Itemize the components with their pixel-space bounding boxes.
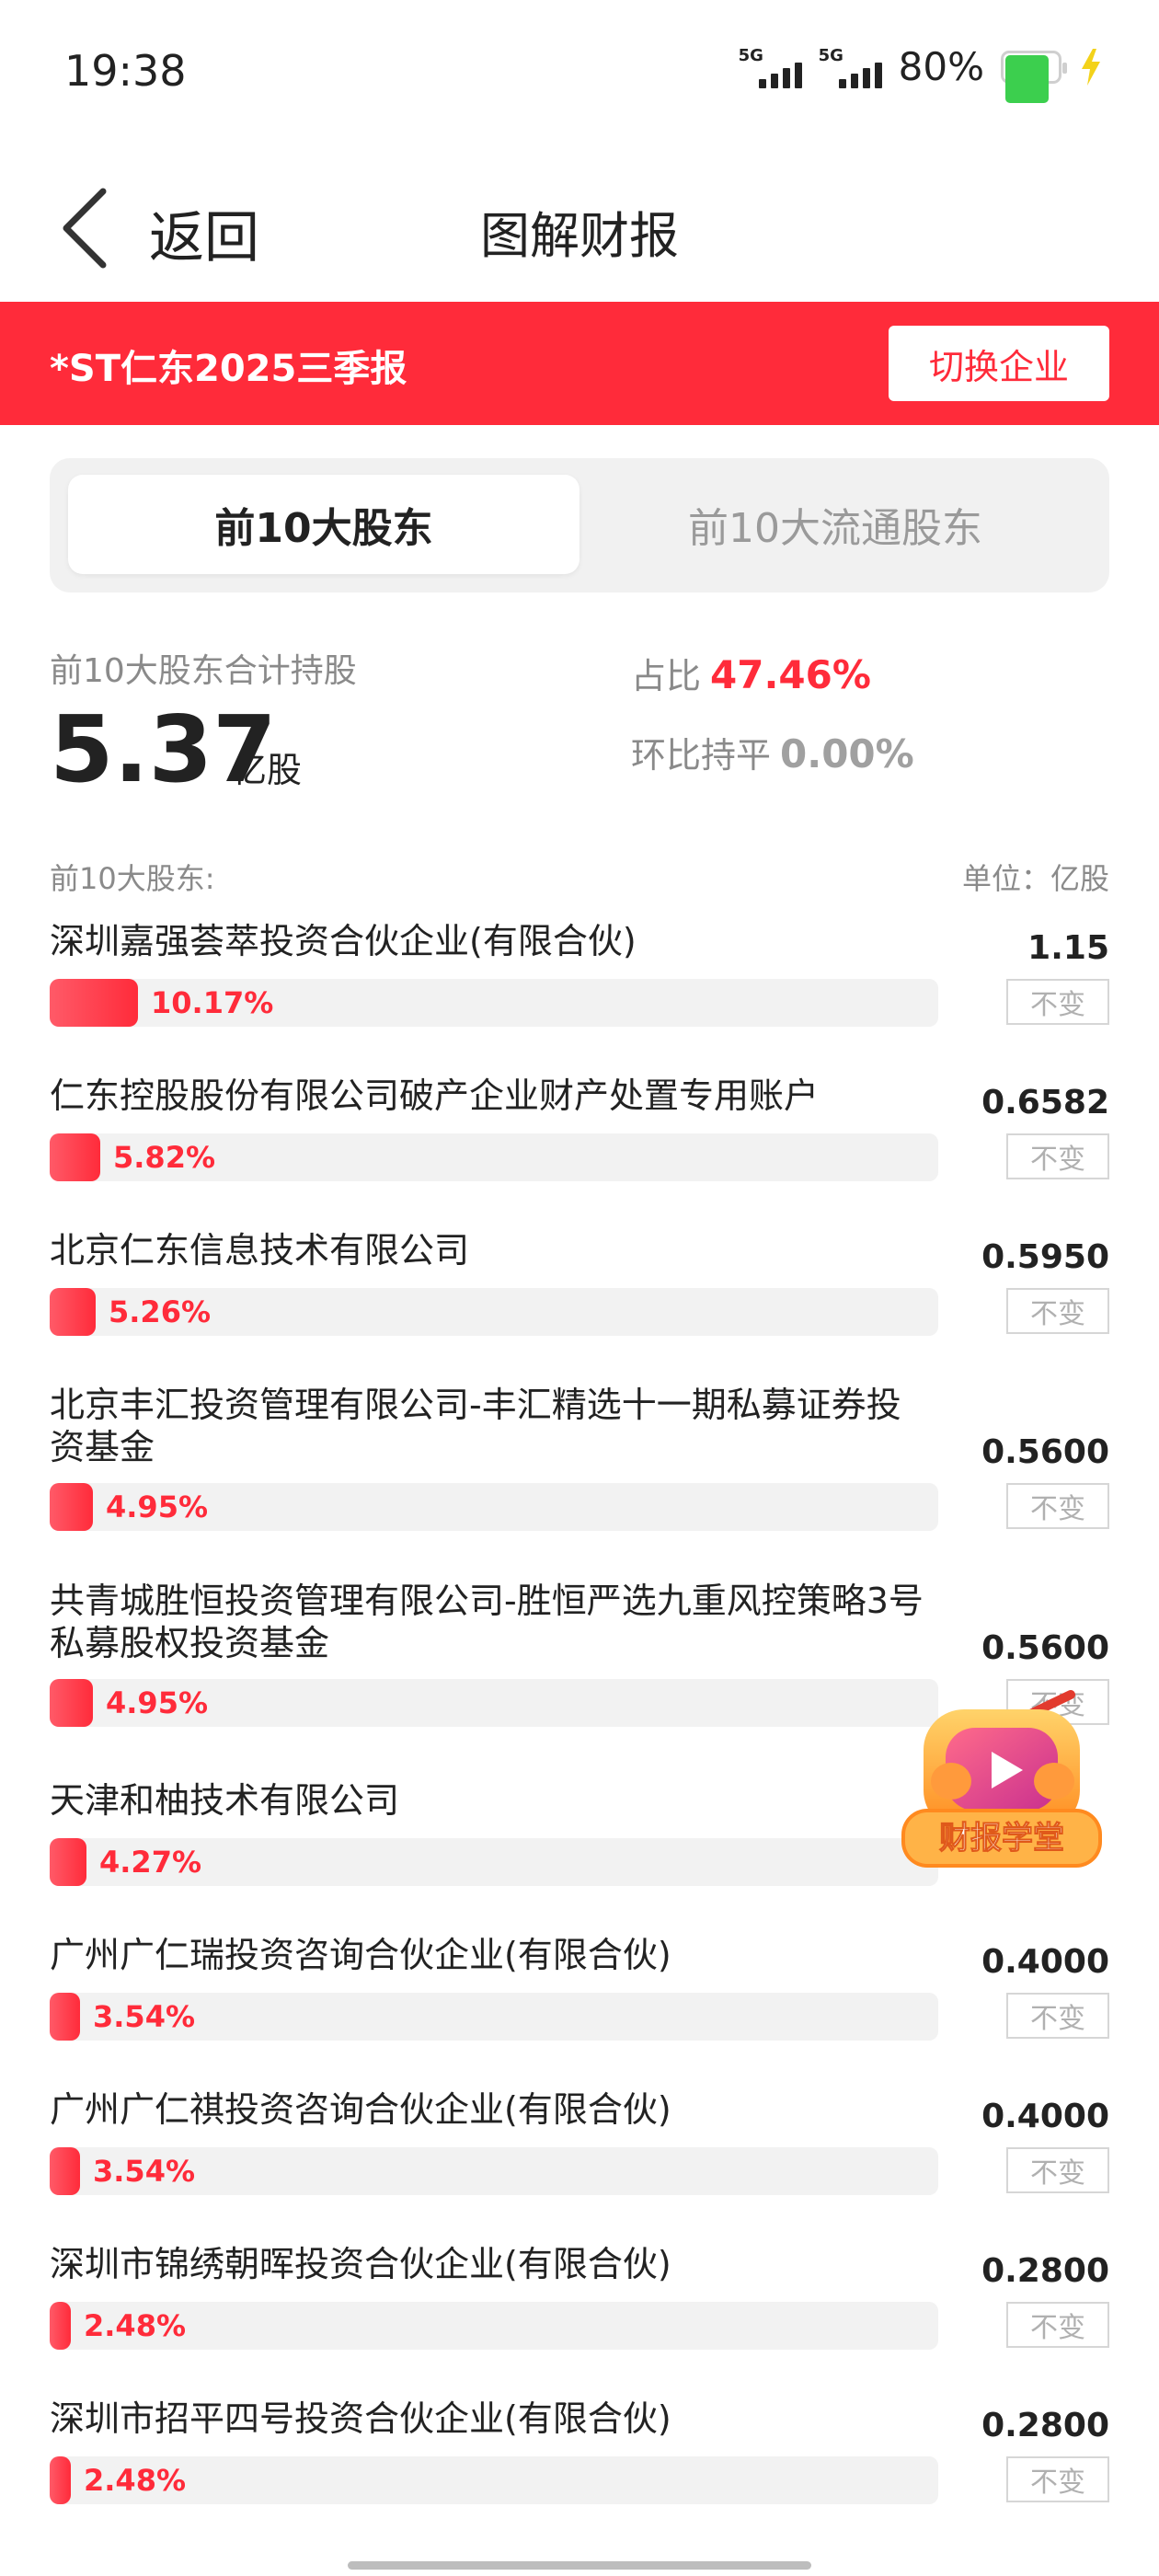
switch-company-button[interactable]: 切换企业 [889, 326, 1109, 401]
charging-bolt-icon [1082, 48, 1100, 86]
change-badge: 不变 [1006, 1483, 1109, 1529]
shareholding-value: 0.5950 [981, 1238, 1109, 1276]
percent-label: 5.26% [109, 1294, 212, 1329]
qoq-value: 0.00% [780, 731, 914, 776]
status-time: 19:38 [64, 46, 187, 96]
shareholding-value: 0.2800 [981, 2407, 1109, 2444]
status-indicators: 5G 5G 80% [739, 44, 1104, 103]
shareholder-name: 仁东控股股份有限公司破产企业财产处置专用账户 [50, 1075, 820, 1116]
percent-bar-fill [50, 1838, 86, 1886]
percent-label: 2.48% [84, 2463, 187, 2498]
percent-label: 3.54% [93, 1999, 196, 2034]
shareholding-value: 0.2800 [981, 2252, 1109, 2290]
shareholding-value: 0.5600 [981, 1629, 1109, 1667]
tab-top10-float-shareholders[interactable]: 前10大流通股东 [580, 475, 1091, 574]
shareholder-name: 天津和柚技术有限公司 [50, 1780, 400, 1821]
list-title: 前10大股东: [50, 861, 215, 896]
shareholder-name: 北京仁东信息技术有限公司 [50, 1230, 470, 1271]
page-title: 图解财报 [480, 207, 679, 265]
change-badge: 不变 [1006, 1993, 1109, 2039]
sim1-network-tag: 5G [738, 45, 763, 65]
shareholder-name: 深圳市招平四号投资合伙企业(有限合伙) [50, 2398, 671, 2439]
percent-label: 3.54% [93, 2154, 196, 2189]
nav-bar: 返回 图解财报 [0, 156, 1159, 294]
percent-bar-fill [50, 979, 138, 1027]
percent-label: 2.48% [84, 2308, 187, 2343]
battery-icon [1001, 50, 1067, 103]
shareholding-value: 1.15 [1027, 929, 1109, 967]
shareholder-name: 广州广仁瑞投资咨询合伙企业(有限合伙) [50, 1935, 671, 1975]
percent-label: 10.17% [151, 985, 274, 1020]
shareholding-value: 0.4000 [981, 1943, 1109, 1981]
percent-bar-fill [50, 2147, 80, 2195]
change-badge: 不变 [1006, 2147, 1109, 2193]
summary-unit: 亿股 [232, 750, 303, 790]
change-badge: 不变 [1006, 1288, 1109, 1334]
badge-label: 财报学堂 [939, 1820, 1064, 1857]
report-banner: *ST仁东2025三季报 切换企业 [0, 302, 1159, 425]
qoq-label: 环比持平 [631, 735, 772, 776]
percent-label: 4.95% [106, 1489, 209, 1524]
ratio-label: 占比 [631, 656, 702, 696]
shareholder-name: 北京丰汇投资管理有限公司-丰汇精选十一期私募证券投资基金 [50, 1385, 901, 1467]
percent-bar-fill [50, 1288, 96, 1336]
signal-icon: 5G [739, 46, 802, 88]
shareholder-name: 深圳嘉强荟萃投资合伙企业(有限合伙) [50, 921, 637, 961]
percent-label: 5.82% [113, 1140, 216, 1175]
change-badge: 不变 [1006, 2302, 1109, 2348]
ratio-value: 47.46% [710, 652, 871, 697]
percent-bar-fill [50, 2456, 71, 2504]
qoq-line: 环比持平 0.00% [631, 727, 914, 777]
percent-bar-fill [50, 1133, 100, 1181]
change-badge: 不变 [1006, 1133, 1109, 1179]
tab-top10-shareholders[interactable]: 前10大股东 [68, 475, 580, 574]
shareholder-name: 共青城胜恒投资管理有限公司-胜恒严选九重风控策略3号私募股权投资基金 [50, 1581, 924, 1663]
shareholder-tabs: 前10大股东 前10大流通股东 [50, 458, 1109, 592]
shareholding-value: 0.5600 [981, 1433, 1109, 1471]
change-badge: 不变 [1006, 2456, 1109, 2502]
shareholding-value: 0.6582 [981, 1084, 1109, 1121]
signal-icon: 5G [819, 46, 882, 88]
report-title: *ST仁东2025三季报 [50, 348, 407, 390]
percent-label: 4.27% [99, 1845, 202, 1880]
shareholder-name: 深圳市锦绣朝晖投资合伙企业(有限合伙) [50, 2244, 671, 2284]
status-bar: 19:38 5G 5G 80% [0, 0, 1159, 138]
change-badge: 不变 [1006, 979, 1109, 1025]
finance-school-badge[interactable]: 财报学堂 [896, 1689, 1107, 1882]
percent-label: 4.95% [106, 1685, 209, 1720]
shareholder-name: 广州广仁祺投资咨询合伙企业(有限合伙) [50, 2089, 671, 2130]
percent-bar-fill [50, 2302, 71, 2350]
ratio-line: 占比 47.46% [631, 648, 871, 698]
percent-bar-fill [50, 1483, 93, 1531]
percent-bar-fill [50, 1993, 80, 2041]
percent-bar-fill [50, 1679, 93, 1727]
battery-percent: 80% [898, 44, 984, 89]
home-indicator[interactable] [348, 2561, 811, 2570]
summary-label: 前10大股东合计持股 [50, 652, 357, 690]
sim2-network-tag: 5G [818, 45, 843, 65]
unit-label: 单位：亿股 [961, 861, 1109, 896]
shareholding-value: 0.4000 [981, 2098, 1109, 2135]
